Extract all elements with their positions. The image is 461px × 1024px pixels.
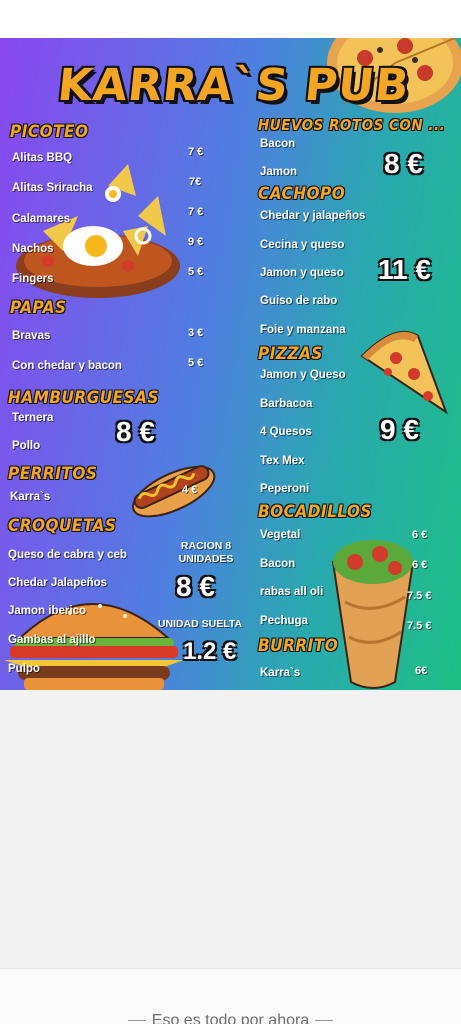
item-pollo: Pollo	[12, 440, 41, 452]
category-cachopo: CACHOPO	[258, 184, 346, 204]
item-bocadillo-vegetal: Vegetal	[260, 529, 301, 541]
price-bravas: 3 €	[188, 327, 204, 339]
pub-title: KARRA`S PUB	[55, 60, 413, 111]
pizza-slice-illustration	[360, 331, 448, 415]
category-hamburguesas: HAMBURGUESAS	[8, 388, 159, 408]
price-bocadillo-bacon: 6 €	[412, 559, 428, 571]
item-pechuga: Pechuga	[260, 615, 308, 627]
item-burrito-karras: Karra`s	[260, 667, 301, 679]
category-huevos-rotos: HUEVOS ROTOS CON ...	[258, 116, 446, 134]
price-fingers: 5 €	[188, 266, 204, 278]
end-of-content-text: Eso es todo por ahora	[0, 1012, 461, 1024]
item-bocadillo-bacon: Bacon	[260, 558, 296, 570]
hotdog-illustration	[132, 465, 216, 518]
racion-label: RACION 8 UNIDADES	[174, 540, 238, 566]
item-pizza-tex-mex: Tex Mex	[260, 455, 305, 467]
price-nachos: 9 €	[188, 236, 204, 248]
item-nachos: Nachos	[12, 243, 54, 255]
item-pizza-barbacoa: Barbacoa	[260, 398, 313, 410]
price-suelta: 1.2 €	[183, 638, 237, 665]
item-pizza-jamon-queso: Jamon y Queso	[260, 369, 346, 381]
item-pizza-4-quesos: 4 Quesos	[260, 426, 312, 438]
item-rabas-all-oli: rabas all oli	[260, 586, 324, 598]
item-guiso-rabo: Guiso de rabo	[260, 295, 338, 307]
item-gambas-ajillo: Gambas al ajillo	[8, 634, 96, 646]
category-croquetas: CROQUETAS	[8, 516, 117, 536]
item-fingers: Fingers	[12, 273, 54, 285]
category-pizzas: PIZZAS	[258, 344, 323, 364]
item-perrito-karras: Karra`s	[10, 491, 51, 503]
page-background	[0, 690, 461, 968]
item-chedar-jalapenos: Chedar Jalapeños	[8, 577, 108, 589]
top-bar	[0, 0, 461, 38]
menu-image[interactable]: KARRA`S PUB PICOTEO Alitas BBQ 7 € Alita…	[0, 38, 461, 690]
category-perritos: PERRITOS	[8, 464, 98, 484]
item-jamon-queso-cachopo: Jamon y queso	[260, 267, 344, 279]
price-huevos-rotos: 8 €	[384, 148, 423, 179]
price-perrito-karras: 4 €	[182, 484, 198, 496]
item-alitas-sriracha: Alitas Sriracha	[12, 182, 93, 194]
item-queso-cabra: Queso de cabra y ceb	[8, 549, 127, 561]
category-bocadillos: BOCADILLOS	[258, 502, 372, 522]
item-pizza-peperoni: Peperoni	[260, 483, 310, 495]
item-cecina-queso: Cecina y queso	[260, 239, 345, 251]
price-rabas-all-oli: 7.5 €	[407, 590, 432, 602]
item-pulpo: Pulpo	[8, 663, 40, 675]
price-bocadillo-vegetal: 6 €	[412, 529, 428, 541]
item-huevos-bacon: Bacon	[260, 138, 296, 150]
price-hamburguesas: 8 €	[116, 416, 155, 447]
price-pizzas: 9 €	[380, 414, 419, 445]
category-burrito: BURRITO	[258, 636, 339, 656]
suelta-label: UNIDAD SUELTA	[157, 618, 243, 630]
price-con-chedar-bacon: 5 €	[188, 357, 204, 369]
category-papas: PAPAS	[10, 298, 67, 318]
item-ternera: Ternera	[12, 412, 54, 424]
racion-label-line2: UNIDADES	[178, 553, 234, 565]
item-con-chedar-bacon: Con chedar y bacon	[12, 360, 122, 372]
item-alitas-bbq: Alitas BBQ	[12, 152, 73, 164]
item-bravas: Bravas	[12, 330, 51, 342]
price-racion: 8 €	[176, 571, 215, 602]
price-pechuga: 7.5 €	[407, 620, 432, 632]
price-calamares: 7 €	[188, 206, 204, 218]
item-foie-manzana: Foie y manzana	[260, 324, 346, 336]
item-jamon-iberico: Jamon iberico	[8, 605, 86, 617]
price-burrito-karras: 6€	[415, 665, 428, 677]
item-calamares: Calamares	[12, 213, 71, 225]
burrito-illustration	[331, 540, 415, 689]
price-alitas-bbq: 7 €	[188, 146, 204, 158]
item-chedar-jalapenos-cachopo: Chedar y jalapeños	[260, 210, 366, 222]
item-huevos-jamon: Jamon	[260, 166, 298, 178]
category-picoteo: PICOTEO	[10, 122, 89, 142]
racion-label-line1: RACION 8	[180, 540, 232, 552]
price-cachopo: 11 €	[378, 254, 431, 285]
price-alitas-sriracha: 7€	[189, 176, 202, 188]
